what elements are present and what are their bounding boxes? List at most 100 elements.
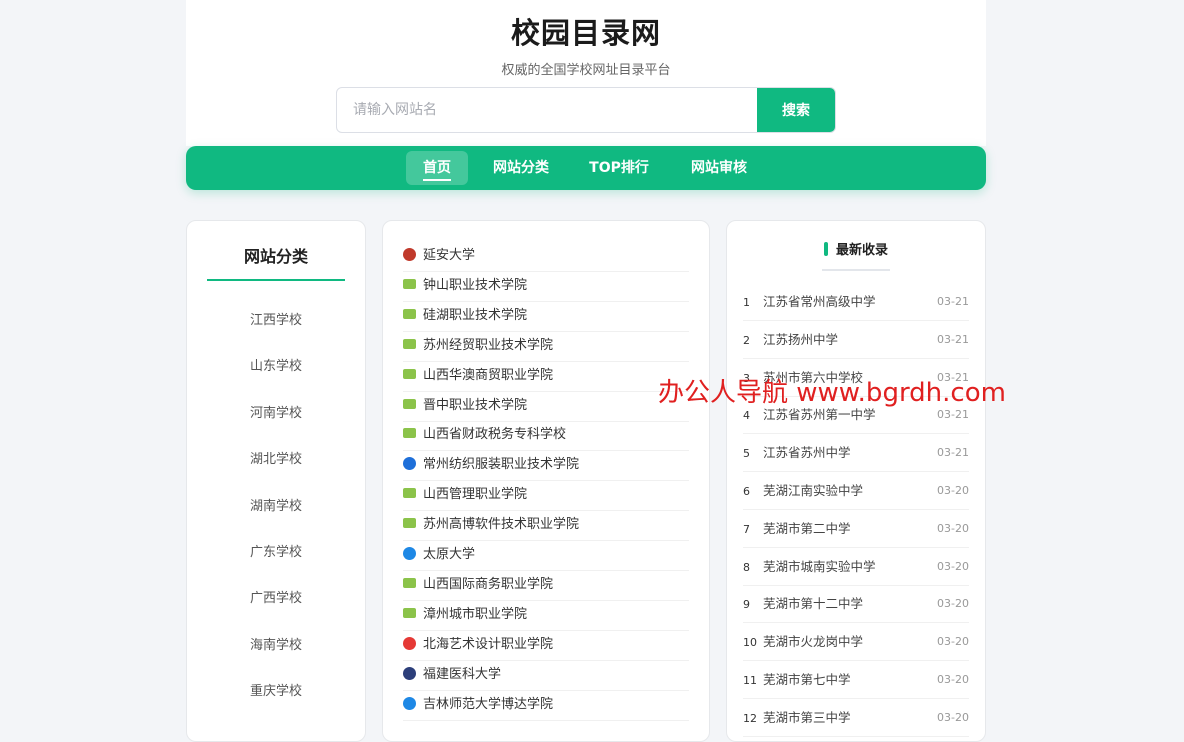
latest-date: 03-20 (937, 710, 969, 724)
latest-name: 江苏省苏州第一中学 (763, 407, 876, 423)
latest-title-divider (822, 269, 890, 271)
school-item[interactable]: 山西省财政税务专科学校 (403, 420, 689, 452)
school-name: 常州纺织服装职业技术学院 (423, 457, 580, 473)
site-subtitle: 权威的全国学校网址目录平台 (501, 63, 671, 78)
school-logo-icon (403, 488, 416, 499)
latest-item[interactable]: 7 芜湖市第二中学 03-20 (743, 510, 969, 548)
school-logo-icon (403, 607, 416, 618)
school-item[interactable]: 苏州经贸职业技术学院 (403, 331, 689, 362)
school-item[interactable]: 山西国际商务职业学院 (403, 570, 689, 601)
school-name: 山西华澳商贸职业学院 (423, 367, 554, 383)
seal-icon (403, 666, 416, 680)
latest-item[interactable]: 2 江苏扬州中学 03-21 (743, 321, 969, 359)
category-panel: 网站分类 江西学校山东学校河南学校湖北学校湖南学校广东学校广西学校海南学校重庆学… (186, 220, 366, 742)
school-item[interactable]: 钟山职业技术学院 (403, 271, 689, 302)
swoosh-icon (403, 457, 416, 471)
latest-date: 03-21 (937, 332, 969, 346)
school-name: 福建医科大学 (423, 666, 502, 682)
latest-name: 芜湖市第十二中学 (763, 596, 864, 612)
latest-rank: 11 (743, 674, 757, 687)
category-item[interactable]: 海南学校 (187, 634, 365, 653)
school-name: 山西省财政税务专科学校 (423, 427, 567, 443)
school-item[interactable]: 硅湖职业技术学院 (403, 301, 689, 332)
category-item[interactable]: 广西学校 (187, 587, 365, 606)
school-item[interactable]: 漳州城市职业学院 (403, 600, 689, 631)
latest-item[interactable]: 11 芜湖市第七中学 03-20 (743, 661, 969, 699)
school-item[interactable]: 山西华澳商贸职业学院 (403, 361, 689, 392)
latest-name: 芜湖市第七中学 (763, 672, 851, 687)
watermark-text: 办公人导航 www.bgrdh.com (658, 378, 1006, 408)
school-logo-icon (403, 338, 416, 349)
latest-rank: 9 (743, 598, 750, 612)
search-button[interactable]: 搜索 (757, 88, 835, 132)
school-item[interactable]: 延安大学 (403, 241, 689, 272)
site-header: 校园目录网 权威的全国学校网址目录平台 搜索 (186, 0, 986, 146)
accent-bar (823, 242, 828, 256)
latest-rank: 6 (743, 485, 750, 498)
school-item[interactable]: 山西管理职业学院 (403, 480, 689, 512)
latest-rank: 10 (743, 636, 757, 650)
school-logo-icon (403, 278, 416, 289)
category-item[interactable]: 广东学校 (187, 541, 365, 560)
school-name: 苏州高博软件技术职业学院 (423, 517, 580, 533)
latest-item[interactable]: 1 江苏省常州高级中学 03-21 (743, 283, 969, 321)
category-item[interactable]: 江西学校 (187, 309, 365, 328)
latest-item[interactable]: 10 芜湖市火龙岗中学 03-20 (743, 623, 969, 662)
school-item[interactable]: 太原大学 (403, 540, 689, 571)
school-item[interactable]: 常州纺织服装职业技术学院 (403, 450, 689, 482)
search-input[interactable] (337, 88, 757, 132)
school-item[interactable]: 福建医科大学 (403, 660, 689, 691)
site-title: 校园目录网 (510, 16, 661, 50)
category-item[interactable]: 湖南学校 (187, 495, 365, 514)
category-title: 网站分类 (207, 243, 345, 281)
latest-item[interactable]: 8 芜湖市城南实验中学 03-20 (743, 548, 969, 586)
school-name: 漳州城市职业学院 (423, 606, 528, 622)
latest-date: 03-20 (937, 559, 969, 573)
school-logo-icon (403, 518, 416, 529)
school-name: 钟山职业技术学院 (423, 277, 528, 293)
school-item[interactable]: 北海艺术设计职业学院 (403, 630, 689, 661)
latest-panel: 最新收录 1 江苏省常州高级中学 03-21 2 江苏扬州中学 03-21 3 苏州市第六中学… (726, 220, 986, 742)
latest-date: 03-21 (937, 446, 969, 460)
latest-rank: 2 (743, 333, 750, 347)
search-bar: 搜索 (336, 87, 836, 133)
category-item[interactable]: 重庆学校 (187, 680, 365, 699)
school-name: 硅湖职业技术学院 (423, 307, 528, 323)
category-item[interactable]: 山东学校 (187, 355, 365, 374)
latest-item[interactable]: 6 芜湖江南实验中学 03-20 (743, 472, 969, 510)
school-name: 山西国际商务职业学院 (423, 576, 554, 592)
latest-name: 江苏扬州中学 (763, 331, 839, 347)
school-name: 北海艺术设计职业学院 (423, 636, 554, 652)
latest-item[interactable]: 5 江苏省苏州中学 03-21 (743, 434, 969, 473)
nav-home[interactable]: 首页 (406, 151, 468, 185)
latest-item[interactable]: 12 芜湖市第三中学 03-20 (743, 699, 969, 737)
latest-item[interactable]: 9 芜湖市第十二中学 03-20 (743, 585, 969, 624)
school-logo-icon (403, 428, 416, 439)
school-logo-icon (403, 368, 416, 379)
nav-site-review[interactable]: 网站审核 (683, 151, 755, 185)
nav-categories[interactable]: 网站分类 (486, 151, 556, 185)
school-list-panel: 延安大学钟山职业技术学院 硅湖职业技术学院苏州经贸职业技术学院山西华澳商贸职业学院… (382, 220, 710, 742)
latest-date: 03-21 (937, 295, 969, 308)
nav-top-ranking[interactable]: TOP排行 (584, 151, 654, 185)
school-name: 晋中职业技术学院 (423, 397, 528, 413)
school-item[interactable]: 苏州高博软件技术职业学院 (403, 510, 689, 542)
latest-name: 芜湖市第三中学 (763, 709, 851, 725)
latest-rank: 5 (743, 447, 750, 461)
latest-date: 03-20 (937, 635, 969, 649)
latest-name: 芜湖市第二中学 (763, 520, 851, 536)
category-item[interactable]: 河南学校 (187, 402, 365, 421)
main-nav: 首页 网站分类 TOP排行 网站审核 (186, 146, 986, 190)
latest-name: 江苏省苏州中学 (763, 445, 851, 461)
school-logo-icon (403, 577, 416, 588)
latest-rank: 12 (743, 711, 757, 725)
school-item[interactable]: 吉林师范大学博达学院 (403, 690, 689, 721)
school-logo-icon (403, 308, 416, 319)
seal-icon (403, 696, 416, 710)
latest-rank: 7 (743, 522, 750, 536)
latest-name: 芜湖市城南实验中学 (763, 558, 876, 574)
latest-title: 最新收录 (727, 239, 985, 258)
category-item[interactable]: 湖北学校 (187, 448, 365, 467)
school-item[interactable]: 晋中职业技术学院 (403, 391, 689, 422)
school-name: 吉林师范大学博达学院 (423, 696, 554, 712)
